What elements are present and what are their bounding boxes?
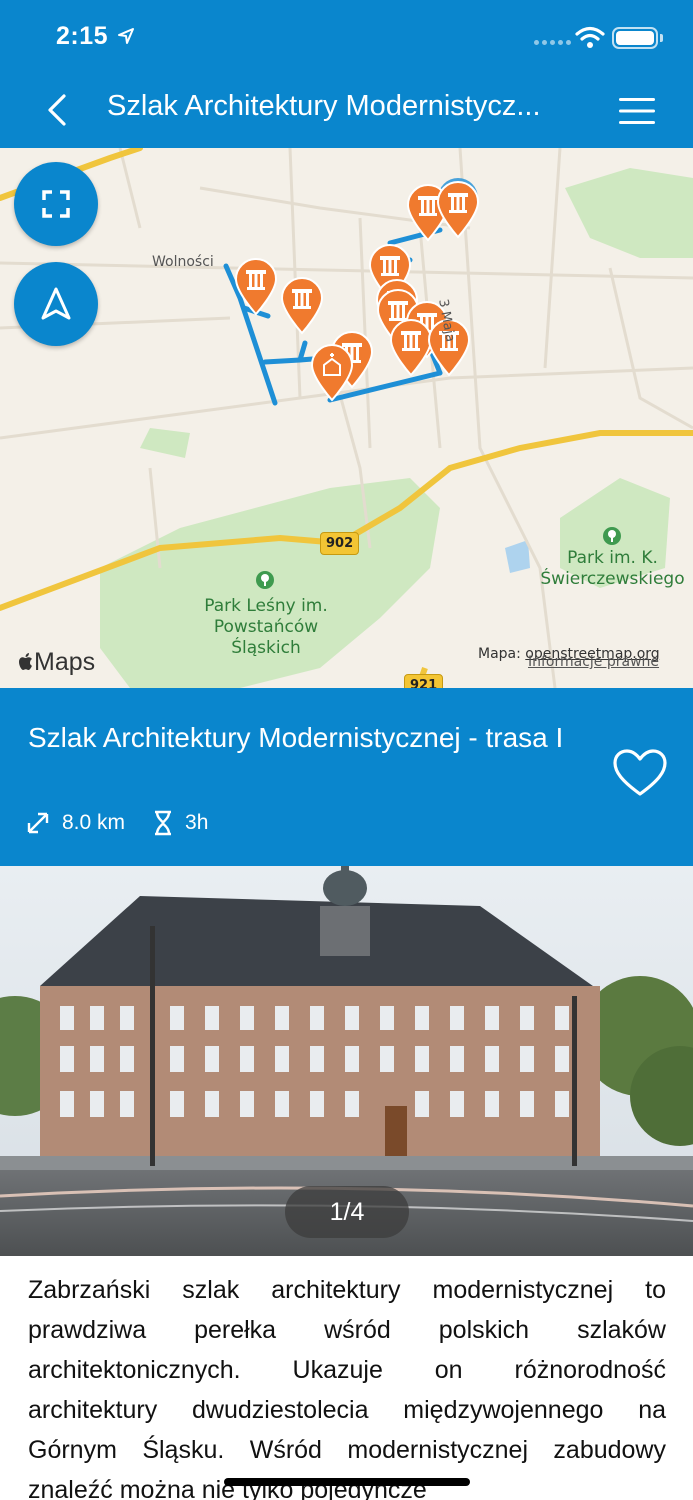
route-description: Zabrzański szlak architektury modernisty… bbox=[28, 1276, 666, 1500]
monument-marker-icon[interactable] bbox=[233, 258, 279, 316]
monument-marker-icon[interactable] bbox=[435, 181, 481, 239]
favorite-button[interactable] bbox=[612, 748, 672, 804]
hamburger-menu-icon bbox=[619, 98, 655, 124]
home-indicator bbox=[224, 1478, 470, 1486]
page-title: Szlak Architektury Modernistycz... bbox=[107, 90, 541, 122]
heart-outline-icon bbox=[613, 749, 667, 796]
menu-button[interactable] bbox=[612, 88, 662, 134]
church-marker-icon[interactable] bbox=[309, 344, 355, 402]
navigate-button[interactable] bbox=[14, 262, 98, 346]
distance-value: 8.0 km bbox=[62, 811, 126, 834]
app-header: 2:15 Szlak Architektury Modernistycz... bbox=[0, 0, 693, 148]
park-tree-icon bbox=[603, 527, 621, 545]
route-title: Szlak Architektury Modernistycznej - tra… bbox=[28, 722, 564, 753]
chevron-left-icon bbox=[48, 94, 66, 126]
battery-tip bbox=[660, 34, 663, 42]
street-label-wolnosci: Wolności bbox=[152, 254, 214, 270]
route-stats: 8.0 km 3h bbox=[26, 810, 236, 836]
monument-marker-icon[interactable] bbox=[279, 277, 325, 335]
status-time: 2:15 bbox=[56, 22, 109, 50]
navigation-arrow-icon bbox=[41, 287, 71, 320]
route-map[interactable]: Wolności 3 Maja Park Leśny im. Powstańcó… bbox=[0, 148, 693, 688]
back-button[interactable] bbox=[36, 86, 78, 134]
battery-icon bbox=[612, 27, 658, 49]
road-number-badge: 902 bbox=[320, 532, 360, 555]
duration-value: 3h bbox=[185, 811, 209, 834]
apple-maps-label: Maps bbox=[34, 648, 96, 676]
apple-logo-icon bbox=[19, 653, 32, 670]
park-label-swierczewskiego: Park im. K. Świerczewskiego bbox=[540, 548, 685, 589]
distance-arrow-icon bbox=[27, 812, 49, 834]
route-info-panel: Szlak Architektury Modernistycznej - tra… bbox=[0, 688, 693, 866]
duration-stat: 3h bbox=[153, 810, 208, 836]
photo-gallery[interactable]: 1/4 bbox=[0, 866, 693, 1256]
location-arrow-icon bbox=[118, 28, 134, 44]
legal-info-link[interactable]: Informacje prawne bbox=[528, 654, 659, 670]
park-label-lesny: Park Leśny im. Powstańców Śląskich bbox=[204, 596, 328, 658]
fullscreen-map-button[interactable] bbox=[14, 162, 98, 246]
distance-stat: 8.0 km bbox=[26, 811, 125, 835]
wifi-icon bbox=[575, 26, 605, 48]
fullscreen-icon bbox=[42, 190, 70, 218]
cell-signal-icon bbox=[534, 40, 571, 45]
road-number-badge: 921 bbox=[404, 674, 444, 688]
map-credit-prefix: Mapa: bbox=[478, 646, 526, 662]
park-tree-icon bbox=[256, 571, 274, 589]
gallery-pager: 1/4 bbox=[285, 1186, 409, 1238]
hourglass-icon bbox=[155, 810, 172, 836]
apple-maps-logo: Maps bbox=[18, 648, 95, 677]
